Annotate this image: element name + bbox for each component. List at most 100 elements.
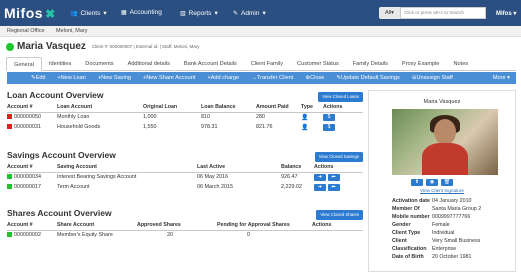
action-bar: ✎Edit +New Loan +New Saving +New Share A… bbox=[7, 72, 516, 84]
upload-photo-icon[interactable]: ⬆ bbox=[411, 179, 423, 186]
close-button[interactable]: ⊗Close bbox=[305, 75, 324, 81]
account-link[interactable]: 000000002 bbox=[14, 232, 41, 238]
client-header: Maria Vasquez Client #: 000000007 | Exte… bbox=[6, 41, 200, 52]
tab-general[interactable]: General bbox=[6, 57, 42, 71]
calculator-icon: ▦ bbox=[121, 10, 127, 16]
status-active-icon bbox=[6, 42, 14, 51]
savings-section-title: Savings Account Overview bbox=[7, 150, 116, 160]
original-loan: 1,550 bbox=[143, 124, 157, 130]
tab-documents[interactable]: Documents bbox=[78, 57, 120, 70]
unassign-staff-button[interactable]: ⊖Unassign Staff bbox=[412, 75, 453, 81]
search-input[interactable]: Click or press alt+x to Search bbox=[400, 7, 486, 19]
new-share-account-button[interactable]: +New Share Account bbox=[143, 75, 195, 81]
withdraw-button[interactable]: ⬅ bbox=[327, 173, 340, 181]
table-row[interactable]: 000000031 Household Goods 1,550 978.31 8… bbox=[7, 122, 363, 132]
status-green-icon bbox=[7, 232, 12, 238]
saving-name: Interest Bearing Savings Account bbox=[57, 174, 137, 181]
camera-icon[interactable]: ◉ bbox=[426, 179, 438, 186]
nav-reports[interactable]: ▥ Reports ▾ bbox=[180, 9, 218, 18]
tab-bank-account-details[interactable]: Bank Account Details bbox=[177, 57, 244, 70]
col-approved-shares: Approved Shares bbox=[137, 222, 181, 229]
add-charge-button[interactable]: +Add charge bbox=[207, 75, 239, 81]
update-default-savings-button[interactable]: ✎Update Default Savings bbox=[336, 75, 399, 81]
col-pending-shares: Pending for Approval Shares bbox=[217, 222, 290, 229]
wrench-icon: ✎ bbox=[233, 10, 239, 17]
repay-button[interactable]: $ bbox=[323, 123, 335, 131]
account-link[interactable]: 000000017 bbox=[14, 184, 41, 190]
table-row[interactable]: 000000050 Monthly Loan 1,000 810 280 👤 $ bbox=[7, 112, 363, 122]
client-details: Activation date 04 January 2010 Member Of… bbox=[392, 197, 481, 261]
edit-button[interactable]: ✎Edit bbox=[31, 75, 45, 81]
view-signature-link[interactable]: View Client Signature bbox=[369, 188, 515, 193]
nav-admin[interactable]: ✎ Admin ▾ bbox=[233, 9, 266, 18]
table-header-row: Account # Loan Account Original Loan Loa… bbox=[7, 103, 363, 112]
tab-notes[interactable]: Notes bbox=[447, 57, 476, 70]
col-account: Account # bbox=[7, 164, 33, 171]
individual-icon: 👤 bbox=[301, 114, 309, 121]
loan-account-overview: Loan Account Overview View Closed Loans … bbox=[7, 90, 363, 132]
status-red-icon bbox=[7, 124, 12, 130]
breadcrumb-staff[interactable]: Meloni, Mary bbox=[56, 28, 87, 34]
original-loan: 1,000 bbox=[143, 114, 157, 121]
client-photo bbox=[392, 109, 498, 175]
table-row[interactable]: 000000002 Member's Equity Share 20 0 bbox=[7, 230, 363, 240]
users-icon: 👥 bbox=[70, 10, 78, 17]
detail-value: 20 October 1981 bbox=[432, 254, 472, 260]
view-closed-savings-button[interactable]: View Closed Savings bbox=[314, 152, 363, 162]
col-type: Type bbox=[301, 104, 313, 111]
account-link[interactable]: 000000034 bbox=[14, 174, 41, 180]
withdraw-button[interactable]: ⬅ bbox=[327, 183, 340, 191]
status-red-icon bbox=[7, 114, 12, 120]
user-menu[interactable]: Mifos ▾ bbox=[496, 10, 516, 17]
account-link[interactable]: 000000050 bbox=[14, 114, 41, 120]
new-saving-button[interactable]: +New Saving bbox=[98, 75, 131, 81]
col-original-loan: Original Loan bbox=[143, 104, 178, 111]
col-actions: Actions bbox=[312, 222, 332, 229]
detail-value: Very Small Business bbox=[432, 238, 481, 244]
search-scope-select[interactable]: All▾ bbox=[379, 7, 400, 19]
balance: 2,229.02 bbox=[281, 184, 302, 190]
app-logo[interactable]: Mifos ✖ bbox=[4, 5, 56, 21]
more-menu-button[interactable]: More ▾ bbox=[493, 75, 510, 81]
breadcrumb-office[interactable]: Regional Office bbox=[7, 28, 45, 34]
tab-client-family[interactable]: Client Family bbox=[244, 57, 290, 70]
shares-account-overview: Shares Account Overview View Closed Shar… bbox=[7, 208, 363, 240]
view-closed-loans-button[interactable]: View Closed Loans bbox=[318, 92, 363, 102]
col-account: Account # bbox=[7, 104, 33, 111]
deposit-button[interactable]: ➜ bbox=[314, 183, 326, 191]
loan-balance: 978.31 bbox=[201, 124, 218, 130]
col-loan-balance: Loan Balance bbox=[201, 104, 236, 111]
shares-section-title: Shares Account Overview bbox=[7, 208, 112, 218]
client-tabs: General Identities Documents Additional … bbox=[6, 57, 516, 71]
client-meta: Client #: 000000007 | External id: | Sta… bbox=[91, 44, 200, 49]
tab-customer-status[interactable]: Customer Status bbox=[290, 57, 346, 70]
col-loan-account: Loan Account bbox=[57, 104, 93, 111]
repay-button[interactable]: $ bbox=[323, 113, 335, 121]
tab-family-details[interactable]: Family Details bbox=[346, 57, 395, 70]
last-active: 06 May 2016 bbox=[197, 174, 229, 181]
account-link[interactable]: 000000031 bbox=[14, 124, 41, 130]
table-header-row: Account # Share Account Approved Shares … bbox=[7, 221, 363, 230]
detail-value[interactable]: Santa Maria Group 2 bbox=[432, 205, 481, 213]
col-balance: Balance bbox=[281, 164, 302, 171]
table-row[interactable]: 000000017 Term Account 06 March 2015 2,2… bbox=[7, 182, 363, 192]
chart-icon: ▥ bbox=[180, 10, 186, 17]
new-loan-button[interactable]: +New Loan bbox=[57, 75, 85, 81]
nav-accounting[interactable]: ▦ Accounting bbox=[121, 9, 162, 16]
delete-icon[interactable]: 🗑 bbox=[441, 179, 453, 186]
col-actions: Actions bbox=[323, 104, 343, 111]
tab-identities[interactable]: Identities bbox=[42, 57, 78, 70]
tab-proxy-example[interactable]: Proxy Example bbox=[395, 57, 447, 70]
detail-value: Individual bbox=[432, 230, 455, 236]
table-row[interactable]: 000000034 Interest Bearing Savings Accou… bbox=[7, 172, 363, 182]
tab-additional-details[interactable]: Additional details bbox=[121, 57, 177, 70]
view-closed-shares-button[interactable]: View Closed Shares bbox=[316, 210, 363, 220]
profile-name: Maria Vasquez bbox=[423, 99, 461, 105]
logo-x-icon: ✖ bbox=[45, 7, 56, 21]
transfer-client-button[interactable]: →Transfer Client bbox=[251, 75, 293, 81]
status-green-icon bbox=[7, 174, 12, 180]
nav-clients[interactable]: 👥 Clients ▾ bbox=[70, 9, 107, 18]
breadcrumb: Regional Office Meloni, Mary bbox=[0, 26, 521, 37]
deposit-button[interactable]: ➜ bbox=[314, 173, 326, 181]
col-account: Account # bbox=[7, 222, 33, 229]
